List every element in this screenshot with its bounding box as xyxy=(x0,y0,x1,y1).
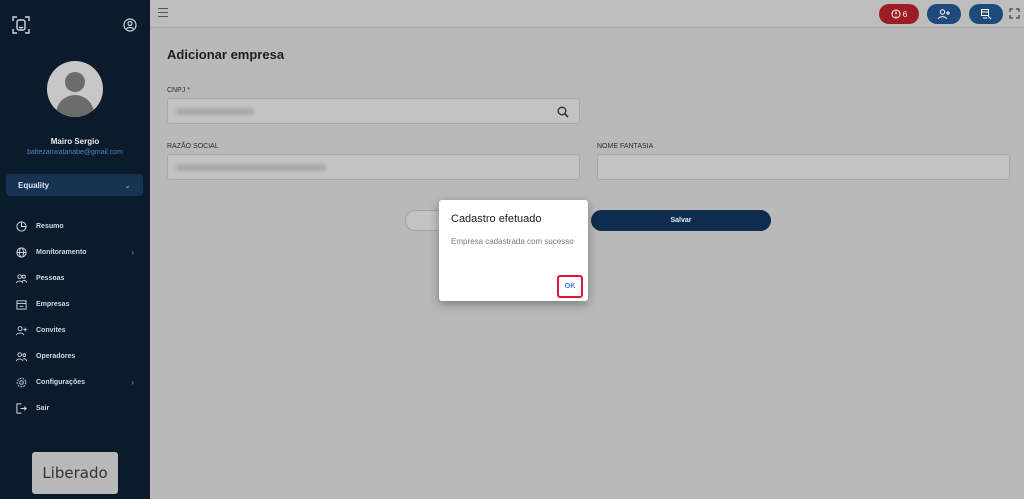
sidebar-item-label: Pessoas xyxy=(36,274,65,282)
razao-social-input[interactable] xyxy=(167,154,580,180)
sidebar-item-resumo[interactable]: Resumo xyxy=(0,213,150,239)
add-user-icon xyxy=(16,325,27,335)
save-button-label: Salvar xyxy=(670,217,692,224)
sidebar-item-empresas[interactable]: Empresas xyxy=(0,291,150,317)
alert-circle-icon xyxy=(891,9,901,19)
sidebar-item-configuracoes[interactable]: Configurações › xyxy=(0,369,150,395)
device-button[interactable] xyxy=(969,4,1003,24)
ok-button[interactable]: OK xyxy=(557,275,583,298)
nome-fantasia-input[interactable] xyxy=(597,154,1010,180)
people-icon xyxy=(16,273,27,283)
brand-logo: Liberado xyxy=(32,452,118,494)
sidebar-item-label: Convites xyxy=(36,326,66,334)
sidebar-item-sair[interactable]: Sair xyxy=(0,395,150,421)
menu-icon[interactable] xyxy=(158,8,168,18)
user-email: baltezanwatanabe@gmail.com xyxy=(27,149,123,156)
nome-fantasia-label: NOME FANTASIA xyxy=(597,143,654,150)
sidebar-item-label: Sair xyxy=(36,404,50,412)
operators-icon xyxy=(16,351,27,361)
user-circle-icon[interactable] xyxy=(123,18,137,32)
fullscreen-icon[interactable] xyxy=(1009,8,1020,19)
face-scan-icon[interactable] xyxy=(12,16,30,34)
sidebar-item-monitoramento[interactable]: Monitoramento › xyxy=(0,239,150,265)
sidebar-item-label: Empresas xyxy=(36,300,70,308)
building-icon xyxy=(16,299,27,310)
add-user-icon xyxy=(938,9,950,20)
save-button[interactable]: Salvar xyxy=(591,210,771,231)
ok-button-label: OK xyxy=(564,283,576,290)
alerts-button[interactable]: 6 xyxy=(879,4,919,24)
cnpj-input[interactable] xyxy=(167,98,580,124)
chevron-right-icon: › xyxy=(131,247,134,257)
company-selector[interactable]: Equality ⌄ xyxy=(6,174,143,196)
sidebar-item-label: Operadores xyxy=(36,352,76,360)
avatar xyxy=(47,61,103,117)
pie-chart-icon xyxy=(16,220,27,232)
search-icon[interactable] xyxy=(557,106,569,118)
user-name: Mairo Sergio xyxy=(50,137,100,146)
topbar: 6 xyxy=(150,0,1024,28)
globe-icon xyxy=(16,246,27,258)
alerts-count: 6 xyxy=(902,9,908,19)
sidebar-item-label: Configurações xyxy=(36,378,86,386)
page-title: Adicionar empresa xyxy=(167,47,285,62)
invite-user-button[interactable] xyxy=(927,4,961,24)
company-selector-label: Equality xyxy=(18,180,50,190)
sidebar-item-convites[interactable]: Convites xyxy=(0,317,150,343)
logout-icon xyxy=(16,402,27,414)
sidebar-item-operadores[interactable]: Operadores xyxy=(0,343,150,369)
sidebar: Mairo Sergio baltezanwatanabe@gmail.com … xyxy=(0,0,150,499)
brand-logo-text: Liberado xyxy=(42,464,108,482)
sidebar-item-label: Monitoramento xyxy=(36,248,87,256)
gear-icon xyxy=(16,377,27,387)
cnpj-label: CNPJ * xyxy=(167,87,190,94)
sidebar-nav: Resumo Monitoramento › Pessoas Empresas … xyxy=(0,213,150,421)
dialog-title: Cadastro efetuado xyxy=(451,213,542,225)
chevron-down-icon: ⌄ xyxy=(124,180,131,190)
razao-social-label: RAZÃO SOCIAL xyxy=(167,143,219,150)
sidebar-header xyxy=(0,0,150,52)
dialog-message: Empresa cadastrada com sucesso xyxy=(451,237,574,246)
sidebar-item-label: Resumo xyxy=(36,222,64,230)
chevron-right-icon: › xyxy=(131,377,134,387)
sidebar-item-pessoas[interactable]: Pessoas xyxy=(0,265,150,291)
device-icon xyxy=(981,9,992,20)
